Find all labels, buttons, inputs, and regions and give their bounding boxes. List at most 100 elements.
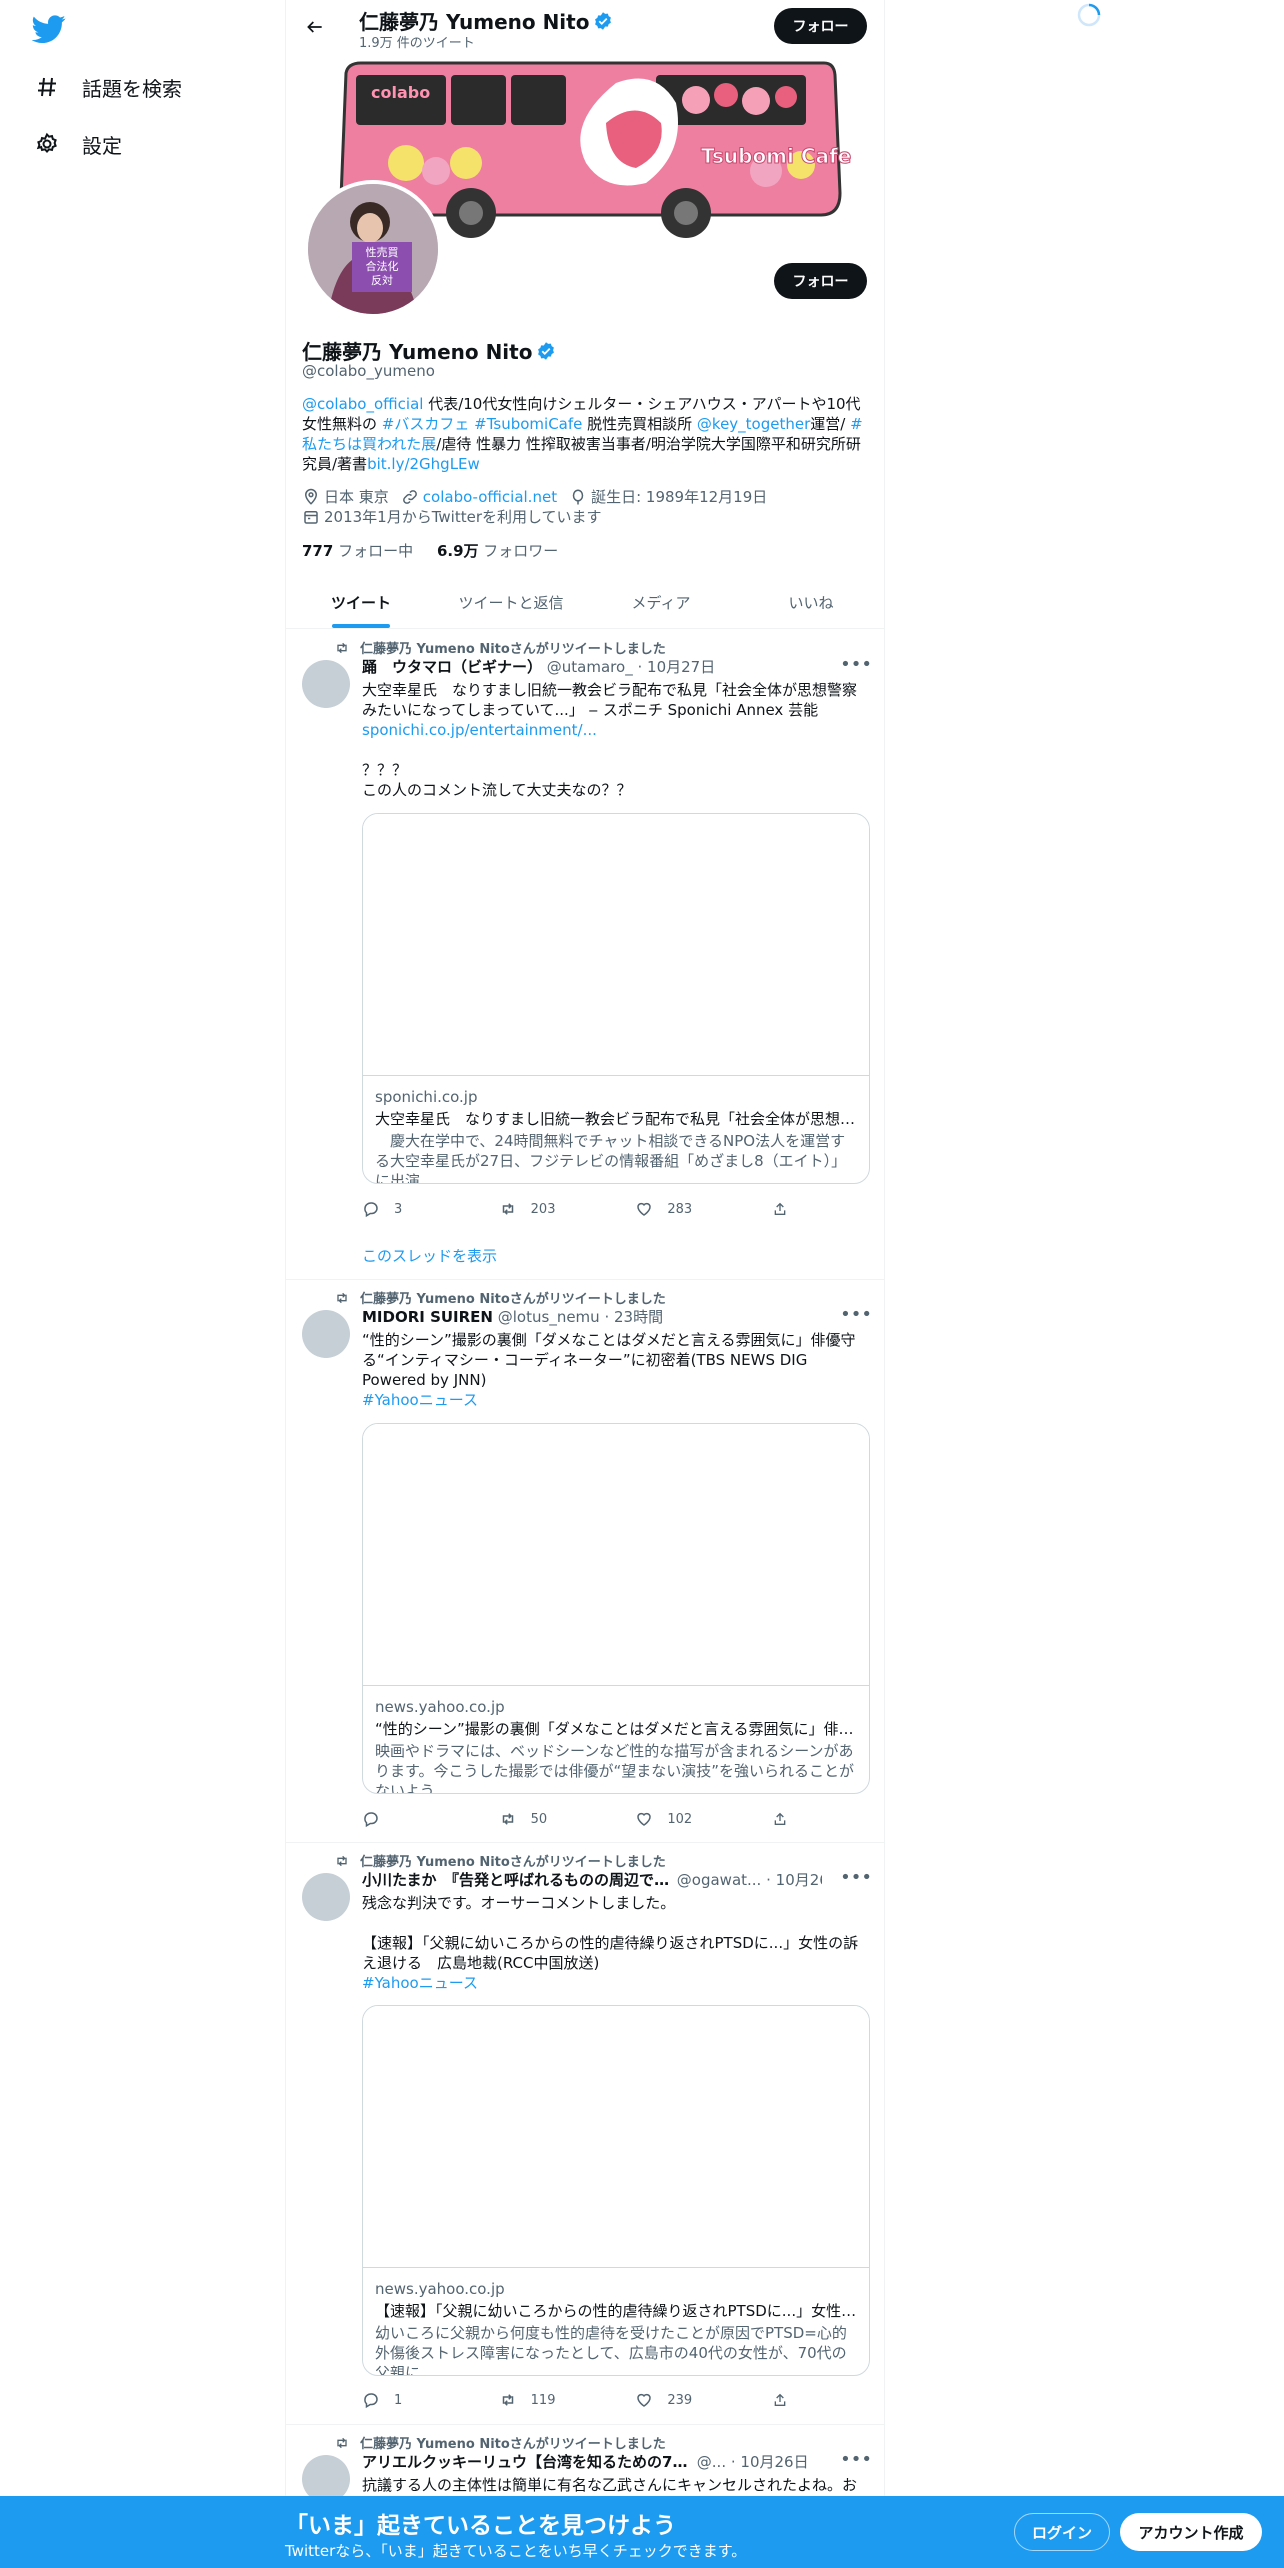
nav-settings[interactable]: 設定 [34,124,122,164]
tweet-time[interactable]: · 23時間 [604,1308,663,1326]
share-button[interactable] [772,1200,802,1218]
heart-icon [637,1812,652,1826]
share-icon [774,2393,786,2406]
bio-mention-colabo[interactable]: @colabo_official [302,395,423,413]
tweet-author-name[interactable]: 小川たまか 『告発と呼ばれるものの周辺で』発売中 [362,1869,672,1890]
link-card[interactable]: sponichi.co.jp 大空幸星氏 なりすまし旧統一教会ビラ配布で私見「社… [362,813,870,1184]
reply-button[interactable]: 1 [362,2391,472,2409]
like-button[interactable]: 102 [635,1810,745,1828]
link-card[interactable]: news.yahoo.co.jp “性的シーン”撮影の裏側「ダメなことはダメだと… [362,1423,870,1794]
bio-mention-key-together[interactable]: @key_together [697,415,810,433]
tweet-author-handle[interactable]: @utamaro_ [547,658,633,676]
profile-website[interactable]: colabo-official.net [423,488,557,506]
reply-icon [364,2393,378,2409]
avatar[interactable] [302,1873,350,1921]
tweet[interactable]: 仁藤夢乃 Yumeno Nitoさんがリツイートしました MIDORI SUIR… [286,1280,884,1843]
retweet-small-icon [337,642,347,653]
nav-explore[interactable]: 話題を検索 [34,67,182,107]
reply-button[interactable] [362,1810,472,1828]
profile-joined-row: 2013年1月からTwitterを利用しています [302,506,614,527]
profile-avatar[interactable]: 性売買 合法化 反対 [304,180,442,318]
retweet-label: 仁藤夢乃 Yumeno Nitoさんがリツイートしました [360,642,666,657]
tab-tweets-and-replies[interactable]: ツイートと返信 [436,576,586,628]
like-button[interactable]: 283 [635,1200,745,1218]
tweet-author-name[interactable]: MIDORI SUIREN [362,1308,493,1326]
location-item: 日本 東京 [302,486,389,507]
tweet-text: 大空幸星氏 なりすまし旧統一教会ビラ配布で私見「社会全体が思想警察みたいになって… [362,680,870,800]
followers-label: フォロワー [478,542,559,560]
more-options-icon[interactable]: ••• [840,654,872,675]
retweet-small-icon [337,1855,347,1866]
tweet[interactable]: 仁藤夢乃 Yumeno Nitoさんがリツイートしました 踊 ウタマロ（ビギナー… [286,630,884,1280]
more-options-icon[interactable]: ••• [840,2449,872,2470]
login-button[interactable]: ログイン [1014,2513,1110,2551]
like-count: 239 [667,2392,693,2408]
bio-book-link[interactable]: bit.ly/2GhgLEw [367,455,480,473]
twitter-logo-icon[interactable] [31,12,66,46]
tab-tweets[interactable]: ツイート [286,576,436,628]
profile-bio: @colabo_official 代表/10代女性向けシェルター・シェアハウス・… [302,394,870,474]
tweet-hashtag[interactable]: #Yahooニュース [362,1391,478,1409]
card-image [363,1424,869,1686]
avatar[interactable] [302,1310,350,1358]
tweet-text-part: “性的シーン”撮影の裏側「ダメなことはダメだと言える雰囲気に」俳優守る“インティ… [362,1331,856,1389]
tweet-author-handle[interactable]: @lotus_nemu [498,1308,600,1326]
tweet-text: 抗議する人の主体性は簡単に有名な乙武さんにキャンセルされたよね。お [362,2476,858,2494]
tweet-hashtag[interactable]: #Yahooニュース [362,1974,478,1992]
card-domain: news.yahoo.co.jp [375,2280,505,2298]
profile-meta: 日本 東京 colabo-official.net 誕生日: 1989年12月1… [302,486,779,507]
like-button[interactable]: 239 [635,2391,745,2409]
tweet-author-name[interactable]: アリエルクッキーリュウ【台湾を知るための72章・第2版】 [362,2451,692,2472]
tab-media[interactable]: メディア [586,576,736,628]
retweet-small-icon [337,1292,347,1303]
tweet-link[interactable]: sponichi.co.jp/entertainment/... [362,721,597,739]
tweet-time[interactable]: · 10月26日 [766,1871,822,1889]
signup-button[interactable]: アカウント作成 [1120,2513,1262,2551]
tweet[interactable]: 仁藤夢乃 Yumeno Nitoさんがリツイートしました 小川たまか 『告発と呼… [286,1843,884,2425]
tweet-author-name[interactable]: 踊 ウタマロ（ビギナー） [362,658,542,676]
tweet-text-part: 大空幸星氏 なりすまし旧統一教会ビラ配布で私見「社会全体が思想警察みたいになって… [362,681,858,719]
nav-explore-label: 話題を検索 [82,76,182,101]
retweet-indicator: 仁藤夢乃 Yumeno Nitoさんがリツイートしました [334,638,666,657]
retweet-small-icon [337,2437,347,2448]
share-button[interactable] [772,2391,802,2409]
card-description: 映画やドラマには、ベッドシーンなど性的な描写が含まれるシーンがあります。今こうし… [375,1742,855,1793]
reply-icon [364,1812,378,1828]
tweet-author-handle[interactable]: @... [697,2453,726,2471]
card-description: 幼いころに父親から何度も性的虐待を受けたことが原因でPTSD=心的外傷後ストレス… [375,2324,847,2375]
profile-name: 仁藤夢乃 Yumeno Nito [302,340,533,364]
tweet-time[interactable]: · 10月26日 [731,2453,809,2471]
profile-follow-button[interactable]: フォロー [774,263,867,299]
show-thread-link[interactable]: このスレッドを表示 [362,1245,497,1266]
signup-prompt-subtitle: Twitterなら、「いま」起きていることをいち早くチェックできます。 [285,2542,747,2560]
more-options-icon[interactable]: ••• [840,1867,872,1888]
bio-hashtag-tsubomicafe[interactable]: #TsubomiCafe [474,415,582,433]
header-follow-button[interactable]: フォロー [774,8,867,44]
more-options-icon[interactable]: ••• [840,1304,872,1325]
followers-link[interactable]: 6.9万 フォロワー [437,542,558,560]
share-icon [774,1202,786,1215]
tweet-time[interactable]: · 10月27日 [637,658,715,676]
tweet-author-handle[interactable]: @ogawat... [677,1871,762,1889]
retweet-button[interactable]: 119 [499,2391,609,2409]
retweet-button[interactable]: 203 [499,1200,609,1218]
link-card[interactable]: news.yahoo.co.jp 【速報】「父親に幼いころからの性的虐待繰り返さ… [362,2005,870,2376]
tab-likes[interactable]: いいね [736,576,884,628]
retweet-count: 50 [530,1811,548,1827]
share-icon [774,1812,786,1825]
reply-count: 3 [394,1201,403,1217]
retweet-button[interactable]: 50 [499,1810,609,1828]
tweet-text-part: ？？？ この人のコメント流して大丈夫なの？？ [362,761,632,799]
avatar[interactable] [302,660,350,708]
retweet-label: 仁藤夢乃 Yumeno Nitoさんがリツイートしました [360,1292,666,1307]
reply-button[interactable]: 3 [362,1200,472,1218]
share-button[interactable] [772,1810,802,1828]
bio-hashtag-buscafe[interactable]: #バスカフェ [382,415,470,433]
tweet-header: 小川たまか 『告発と呼ばれるものの周辺で』発売中 @ogawat... · 10… [362,1869,822,1890]
card-domain: news.yahoo.co.jp [375,1698,505,1716]
following-link[interactable]: 777 フォロー中 [302,542,413,560]
header-title: 仁藤夢乃 Yumeno Nito [359,6,613,35]
retweet-label: 仁藤夢乃 Yumeno Nitoさんがリツイートしました [360,2437,666,2452]
back-arrow-icon[interactable] [298,10,332,44]
hashtag-icon [34,74,60,100]
